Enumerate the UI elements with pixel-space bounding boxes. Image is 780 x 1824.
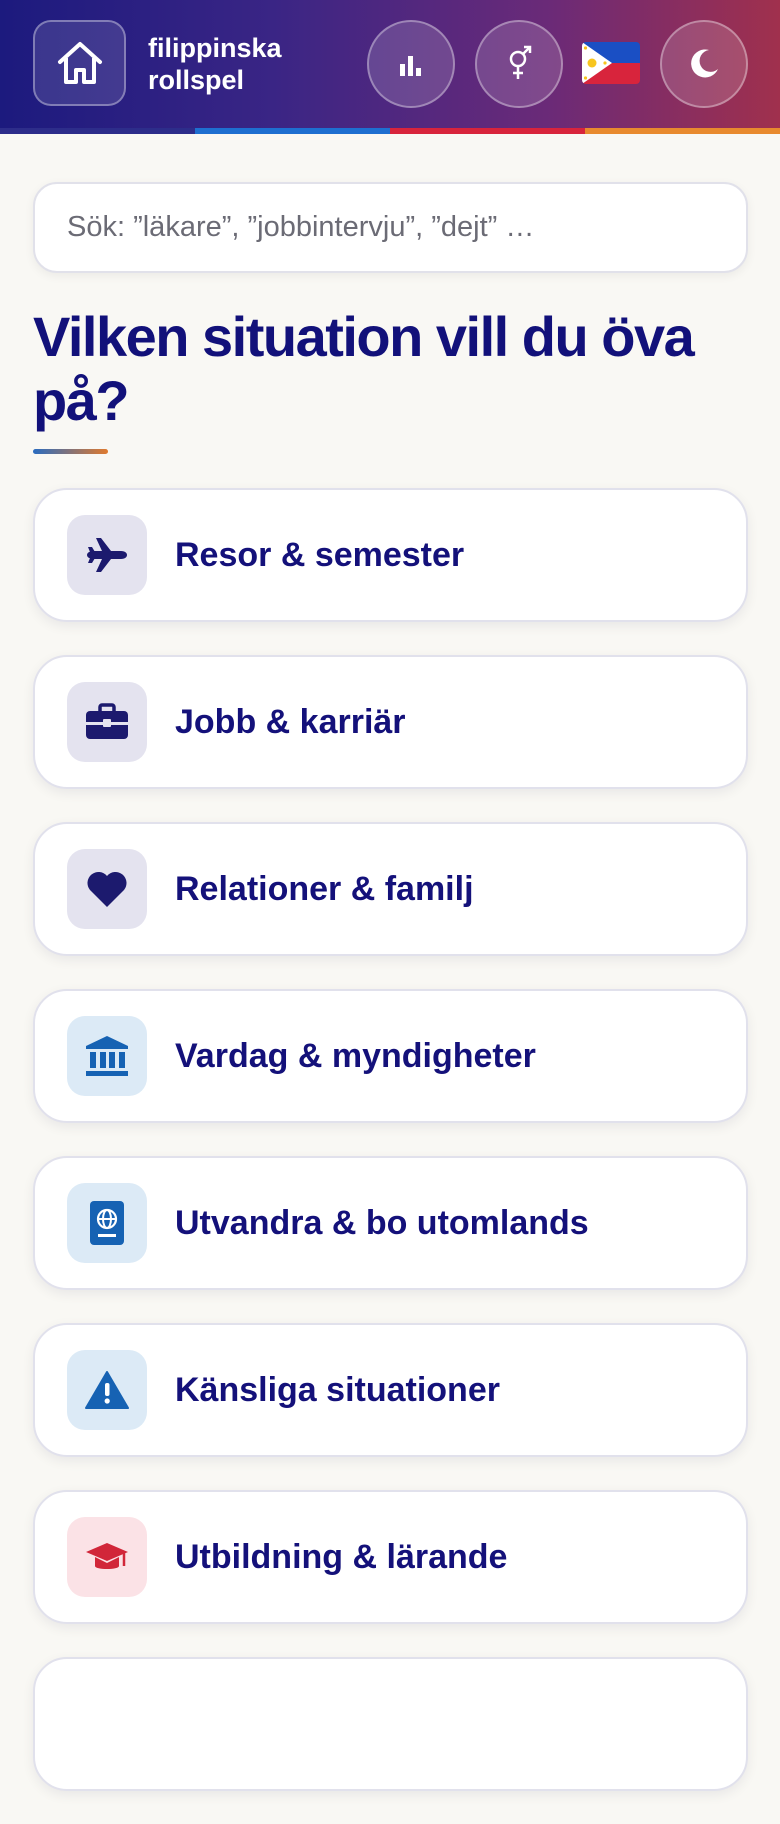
- category-card-jobs[interactable]: Jobb & karriär: [33, 655, 748, 789]
- category-card-everyday[interactable]: Vardag & myndigheter: [33, 989, 748, 1123]
- category-icon-box: [67, 1517, 147, 1597]
- category-icon-box: [67, 849, 147, 929]
- category-card-partial[interactable]: [33, 1657, 748, 1791]
- language-flag-button[interactable]: [582, 42, 640, 84]
- home-icon: [57, 42, 102, 84]
- philippines-flag: [582, 42, 640, 84]
- stripe-segment: [0, 128, 195, 134]
- brand-line-2: rollspel: [148, 65, 245, 95]
- bank-icon: [86, 1036, 128, 1076]
- app-brand: filippinska rollspel: [148, 32, 282, 96]
- home-button[interactable]: [33, 20, 126, 106]
- page-title: Vilken situation vill du öva på?: [33, 305, 695, 432]
- category-label: Vardag & myndigheter: [175, 1036, 536, 1075]
- category-card-relations[interactable]: Relationer & familj: [33, 822, 748, 956]
- briefcase-icon: [86, 703, 128, 739]
- app-header: filippinska rollspel: [0, 0, 780, 128]
- airplane-icon: [87, 538, 127, 572]
- category-label: Relationer & familj: [175, 869, 474, 908]
- title-underline: [33, 449, 108, 454]
- dark-mode-button[interactable]: [660, 20, 748, 108]
- gender-button[interactable]: [475, 20, 563, 108]
- stripe-segment: [195, 128, 390, 134]
- category-label: Resor & semester: [175, 535, 465, 574]
- category-icon-box: [67, 1350, 147, 1430]
- category-label: Utvandra & bo utomlands: [175, 1203, 589, 1242]
- gender-icon: [509, 45, 532, 79]
- category-icon-box: [67, 682, 147, 762]
- category-list: Resor & semester Jobb & karriär Relation…: [33, 488, 748, 1824]
- category-icon-box: [67, 1183, 147, 1263]
- heart-icon: [87, 871, 127, 907]
- flag-color-stripe: [0, 128, 780, 134]
- category-card-education[interactable]: Utbildning & lärande: [33, 1490, 748, 1624]
- category-icon-box: [67, 1016, 147, 1096]
- category-card-emigrate[interactable]: Utvandra & bo utomlands: [33, 1156, 748, 1290]
- category-card-travel[interactable]: Resor & semester: [33, 488, 748, 622]
- category-label: Utbildning & lärande: [175, 1537, 508, 1576]
- category-label: Jobb & karriär: [175, 702, 406, 741]
- moon-icon: [691, 49, 718, 78]
- category-icon-box: [67, 515, 147, 595]
- passport-icon: [90, 1201, 124, 1245]
- brand-line-1: filippinska: [148, 33, 282, 63]
- stripe-segment: [390, 128, 585, 134]
- bar-chart-icon: [400, 56, 421, 76]
- warning-icon: [85, 1371, 129, 1409]
- category-label: Känsliga situationer: [175, 1370, 500, 1409]
- category-card-sensitive[interactable]: Känsliga situationer: [33, 1323, 748, 1457]
- stats-button[interactable]: [367, 20, 455, 108]
- search-input[interactable]: [33, 182, 748, 273]
- graduation-cap-icon: [86, 1543, 128, 1569]
- stripe-segment: [585, 128, 780, 134]
